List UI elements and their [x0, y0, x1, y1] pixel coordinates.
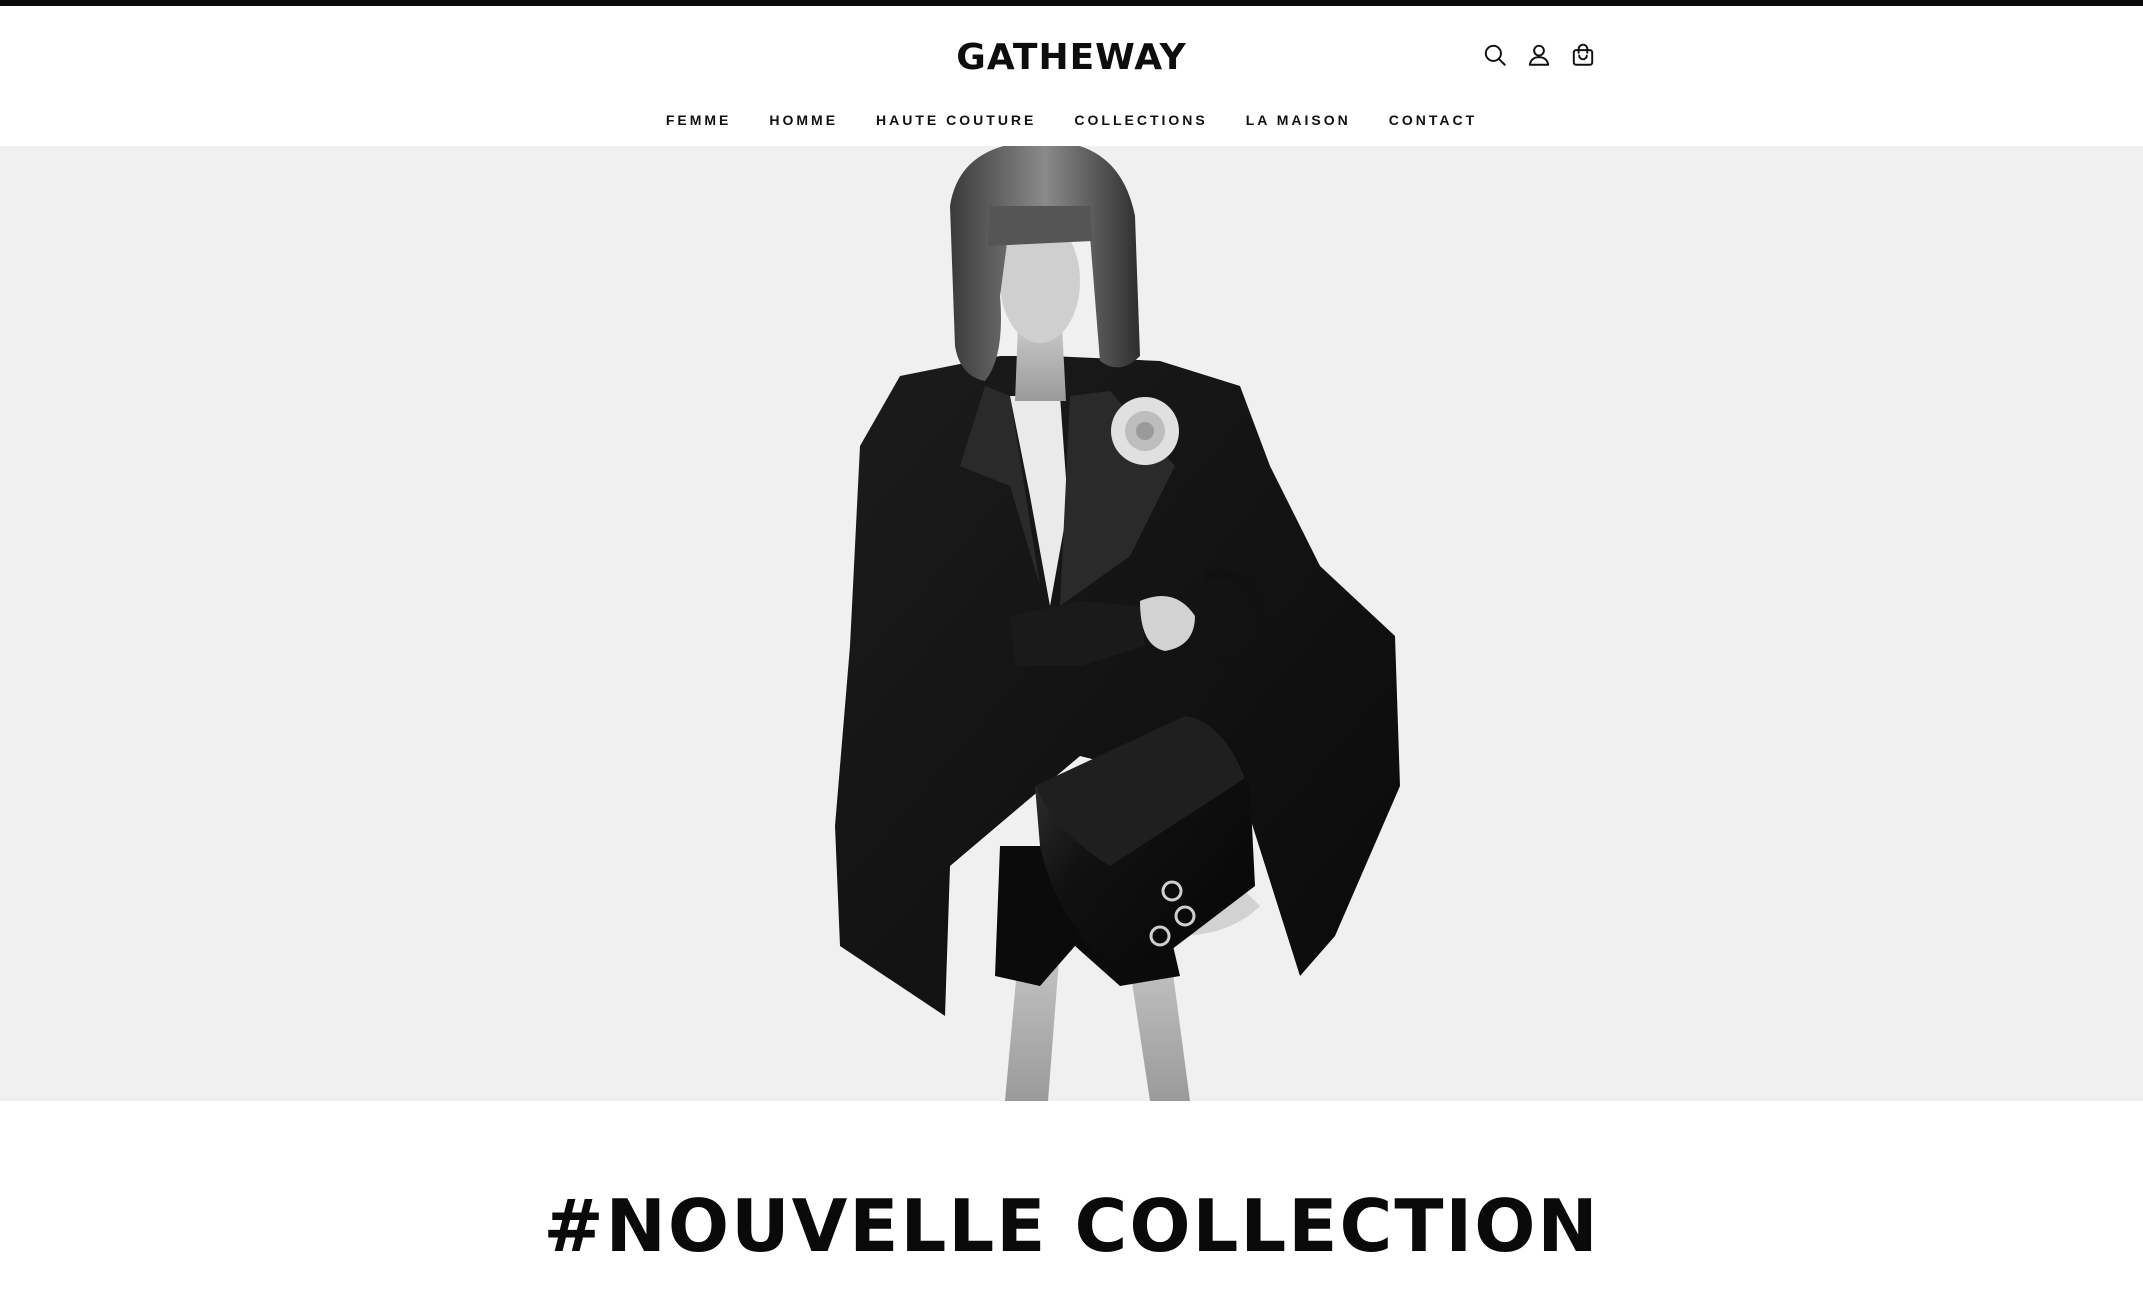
search-icon[interactable]: [1480, 40, 1510, 70]
brand-logo[interactable]: GATHEWAY: [0, 36, 2143, 80]
site-header: GATHEWAY FEMME HOMME HAUTE COUTURE COLLE…: [0, 6, 2143, 146]
nav-item-homme[interactable]: HOMME: [750, 106, 857, 134]
collection-section: #NOUVELLE COLLECTION: [0, 1101, 2143, 1300]
collection-headline: #NOUVELLE COLLECTION: [543, 1184, 1600, 1268]
nav-item-haute-couture[interactable]: HAUTE COUTURE: [857, 106, 1055, 134]
header-icons: [1480, 40, 1598, 72]
hero-banner[interactable]: [0, 146, 2143, 1101]
hero-image: [0, 146, 2143, 1101]
nav-item-femme[interactable]: FEMME: [647, 106, 751, 134]
account-icon[interactable]: [1524, 40, 1554, 70]
nav-item-collections[interactable]: COLLECTIONS: [1055, 106, 1226, 134]
shopping-bag-icon[interactable]: [1568, 40, 1598, 70]
nav-item-contact[interactable]: CONTACT: [1370, 106, 1496, 134]
main-nav: FEMME HOMME HAUTE COUTURE COLLECTIONS LA…: [0, 106, 2143, 134]
nav-item-la-maison[interactable]: LA MAISON: [1227, 106, 1370, 134]
